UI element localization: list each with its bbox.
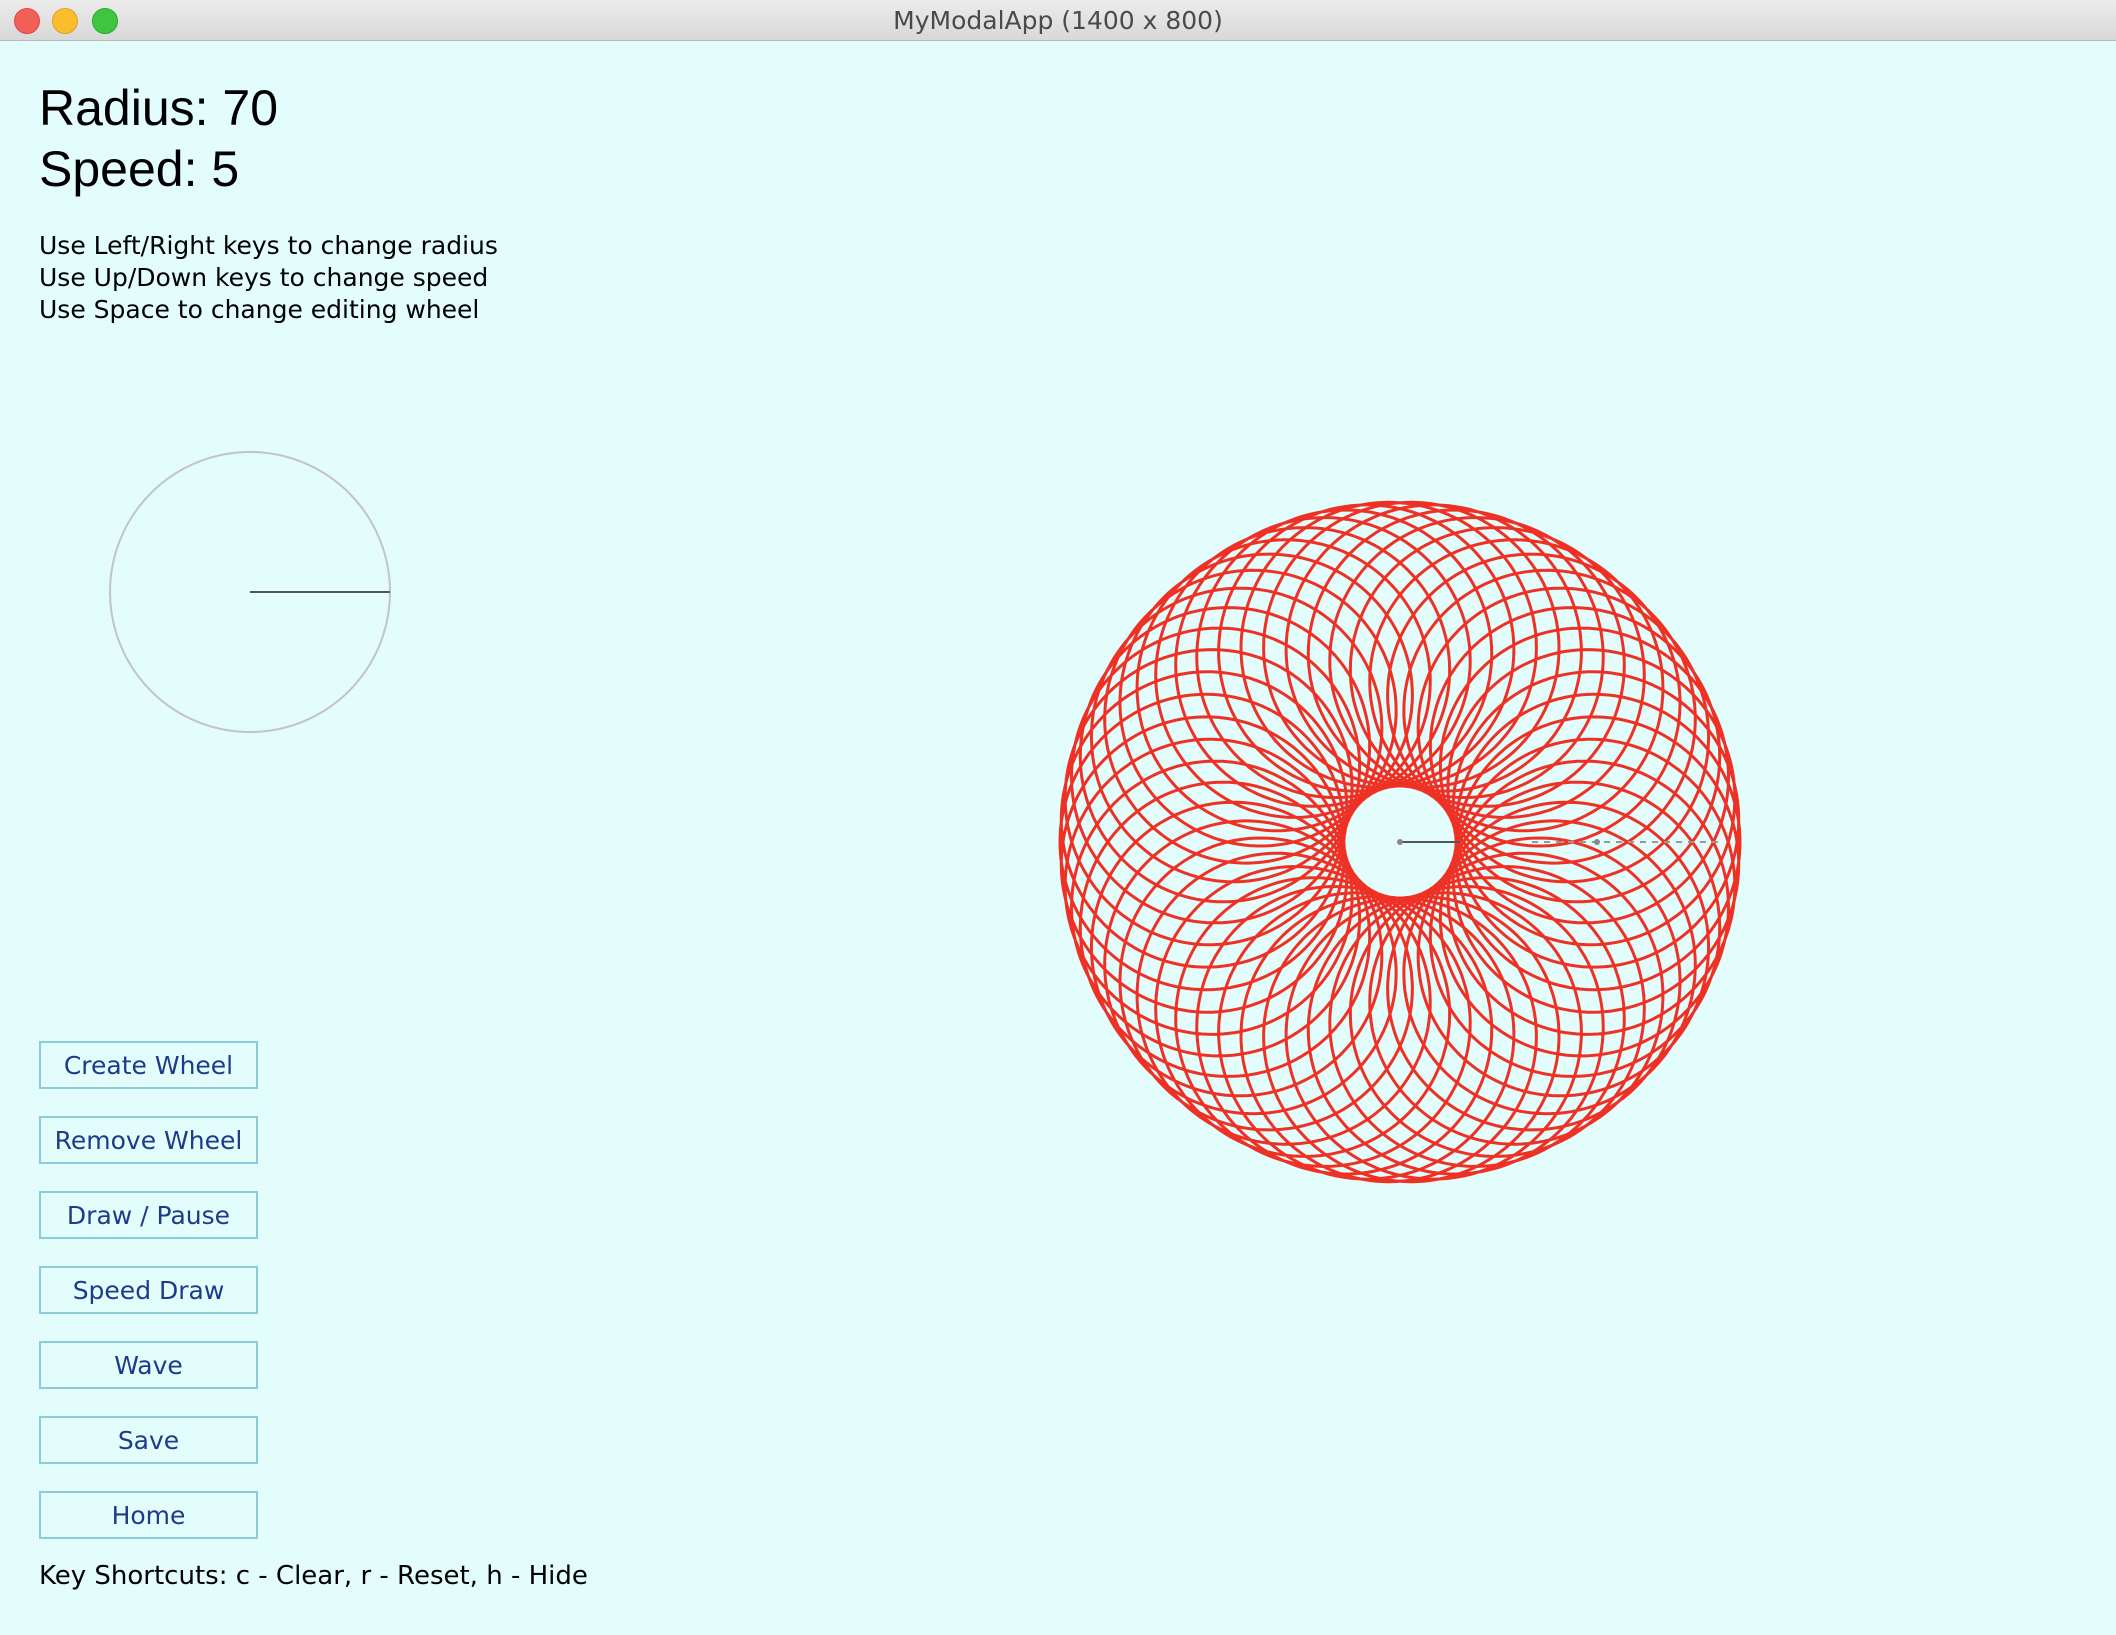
canvas-area[interactable]: Radius: 70 Speed: 5 Use Left/Right keys … [4,41,2116,1635]
key-shortcuts-hint: Key Shortcuts: c - Clear, r - Reset, h -… [39,1561,588,1591]
remove-wheel-button[interactable]: Remove Wheel [39,1116,258,1164]
app-window: MyModalApp (1400 x 800) Radius: 70 Speed… [0,0,2116,1635]
window-title: MyModalApp (1400 x 800) [893,6,1223,35]
draw-pause-button[interactable]: Draw / Pause [39,1191,258,1239]
home-button[interactable]: Home [39,1491,258,1539]
editing-wheel-preview [109,451,391,733]
drawing-canvas [109,451,1742,1184]
create-wheel-button[interactable]: Create Wheel [39,1041,258,1089]
save-button[interactable]: Save [39,1416,258,1464]
speed-draw-button[interactable]: Speed Draw [39,1266,258,1314]
wave-button[interactable]: Wave [39,1341,258,1389]
title-bar[interactable]: MyModalApp (1400 x 800) [0,0,2116,41]
